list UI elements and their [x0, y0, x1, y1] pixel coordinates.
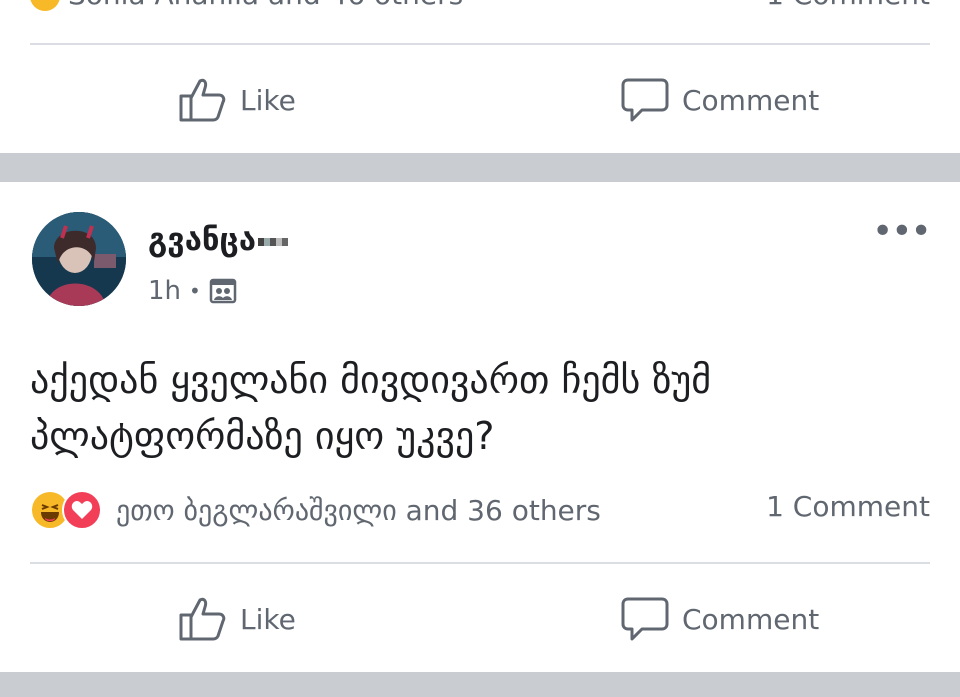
comment-bubble-icon: [621, 78, 669, 122]
more-options-button[interactable]: •••: [872, 214, 932, 250]
reaction-text: ეთო ბეგლარაშვილი and 36 others: [116, 493, 601, 527]
comment-bubble-icon: [621, 597, 669, 641]
post-meta: 1h •: [148, 276, 237, 306]
previous-post: Sonia Ananiia and 46 others 1 Comment Li…: [0, 0, 960, 153]
prev-reaction-summary[interactable]: Sonia Ananiia and 46 others: [30, 0, 463, 11]
prev-comment-button[interactable]: Comment: [620, 76, 819, 124]
prev-comment-count[interactable]: 1 Comment: [766, 0, 930, 11]
haha-icon: [30, 0, 60, 11]
author-name[interactable]: გვანცა: [148, 222, 289, 258]
divider: [30, 562, 930, 564]
post-text: აქედან ყველანი მივდივართ ჩემს ზუმ პლატფო…: [30, 352, 930, 464]
profile-photo: [32, 212, 126, 306]
separator-dot: •: [189, 279, 201, 303]
friends-icon[interactable]: [209, 277, 237, 305]
feed-separator: [0, 672, 960, 697]
like-button[interactable]: Like: [178, 595, 296, 643]
thumbs-up-icon: [179, 78, 226, 122]
love-icon: [62, 490, 102, 530]
prev-like-button[interactable]: Like: [178, 76, 296, 124]
thumbs-up-icon: [179, 597, 226, 641]
divider: [30, 43, 930, 45]
author-decoration: [258, 237, 289, 246]
post-text-line: აქედან ყველანი მივდივართ ჩემს ზუმ: [30, 358, 712, 402]
comment-button[interactable]: Comment: [620, 595, 819, 643]
post-text-line: პლატფორმაზე იყო უკვე?: [30, 414, 495, 458]
comment-count[interactable]: 1 Comment: [766, 490, 930, 523]
reaction-summary[interactable]: ეთო ბეგლარაშვილი and 36 others: [30, 490, 601, 530]
post-time[interactable]: 1h: [148, 276, 181, 306]
feed-separator: [0, 153, 960, 182]
avatar[interactable]: [32, 212, 126, 306]
